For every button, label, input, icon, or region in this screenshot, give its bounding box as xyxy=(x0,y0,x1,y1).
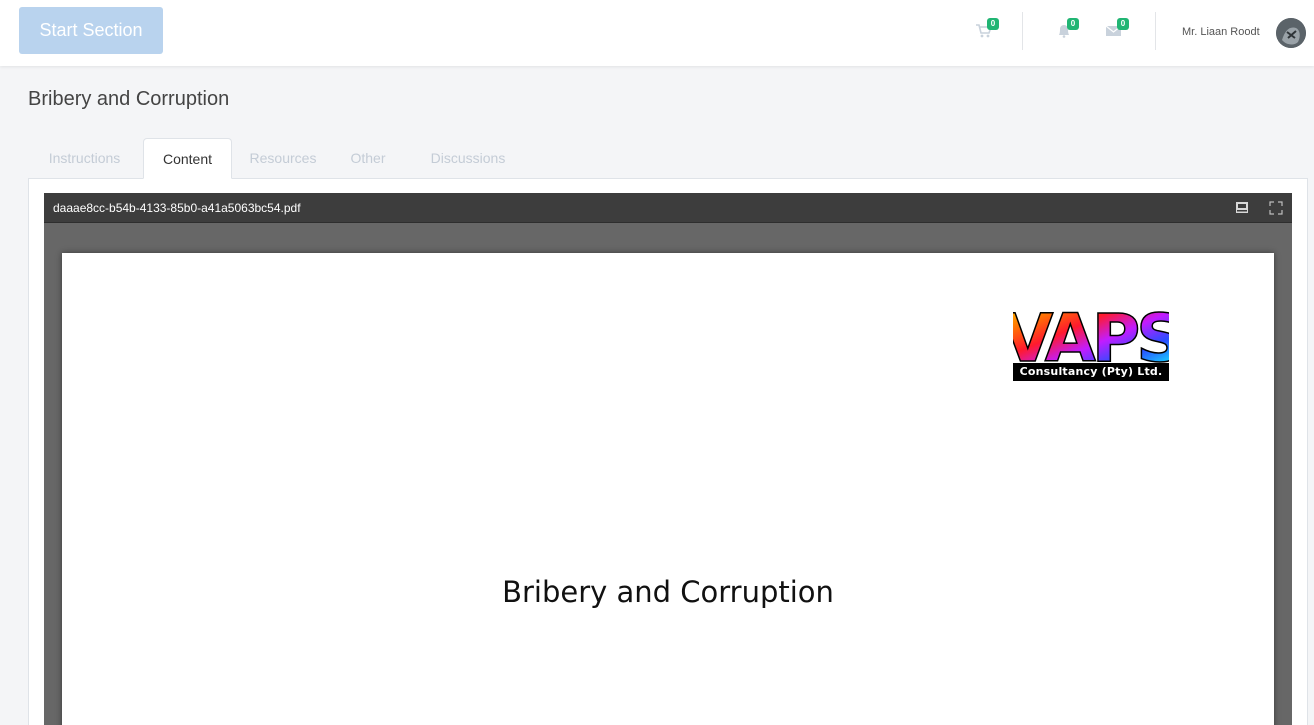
vaps-logo-text: VAPS xyxy=(1013,301,1169,365)
messages-button[interactable]: 0 xyxy=(1105,18,1129,38)
cart-badge: 0 xyxy=(987,18,999,30)
divider xyxy=(1155,12,1156,50)
tab-other[interactable]: Other xyxy=(336,138,400,179)
vaps-logo: VAPS Consultancy (Pty) Ltd. xyxy=(1001,299,1185,385)
tab-discussions[interactable]: Discussions xyxy=(413,138,523,179)
user-name[interactable]: Mr. Liaan Roodt xyxy=(1182,26,1260,38)
tab-content[interactable]: Content xyxy=(143,138,232,179)
cart-button[interactable]: 0 xyxy=(975,18,999,38)
vaps-logo-caption: Consultancy (Pty) Ltd. xyxy=(1013,363,1169,381)
fullscreen-icon xyxy=(1269,201,1283,215)
download-button[interactable] xyxy=(1234,200,1250,216)
tab-instructions[interactable]: Instructions xyxy=(28,138,141,179)
messages-badge: 0 xyxy=(1117,18,1129,30)
fullscreen-button[interactable] xyxy=(1268,200,1284,216)
avatar-image xyxy=(1276,18,1306,48)
top-bar: Start Section 0 0 0 Mr. Liaan Roodt xyxy=(0,0,1314,66)
vaps-logo-image: VAPS xyxy=(1001,299,1184,378)
notifications-badge: 0 xyxy=(1067,18,1079,30)
pdf-toolbar: daaae8cc-b54b-4133-85b0-a41a5063bc54.pdf xyxy=(44,193,1292,223)
pdf-viewer[interactable]: daaae8cc-b54b-4133-85b0-a41a5063bc54.pdf xyxy=(44,193,1292,725)
divider xyxy=(1022,12,1023,50)
download-icon xyxy=(1236,202,1248,213)
avatar[interactable] xyxy=(1276,18,1306,48)
pdf-filename: daaae8cc-b54b-4133-85b0-a41a5063bc54.pdf xyxy=(53,201,301,215)
start-section-button[interactable]: Start Section xyxy=(19,7,163,54)
pdf-page-heading: Bribery and Corruption xyxy=(502,575,834,609)
notifications-button[interactable]: 0 xyxy=(1055,18,1079,38)
pdf-page: VAPS Consultancy (Pty) Ltd. Bribery and … xyxy=(62,253,1274,725)
tab-resources[interactable]: Resources xyxy=(235,138,331,179)
page-title: Bribery and Corruption xyxy=(28,88,230,110)
